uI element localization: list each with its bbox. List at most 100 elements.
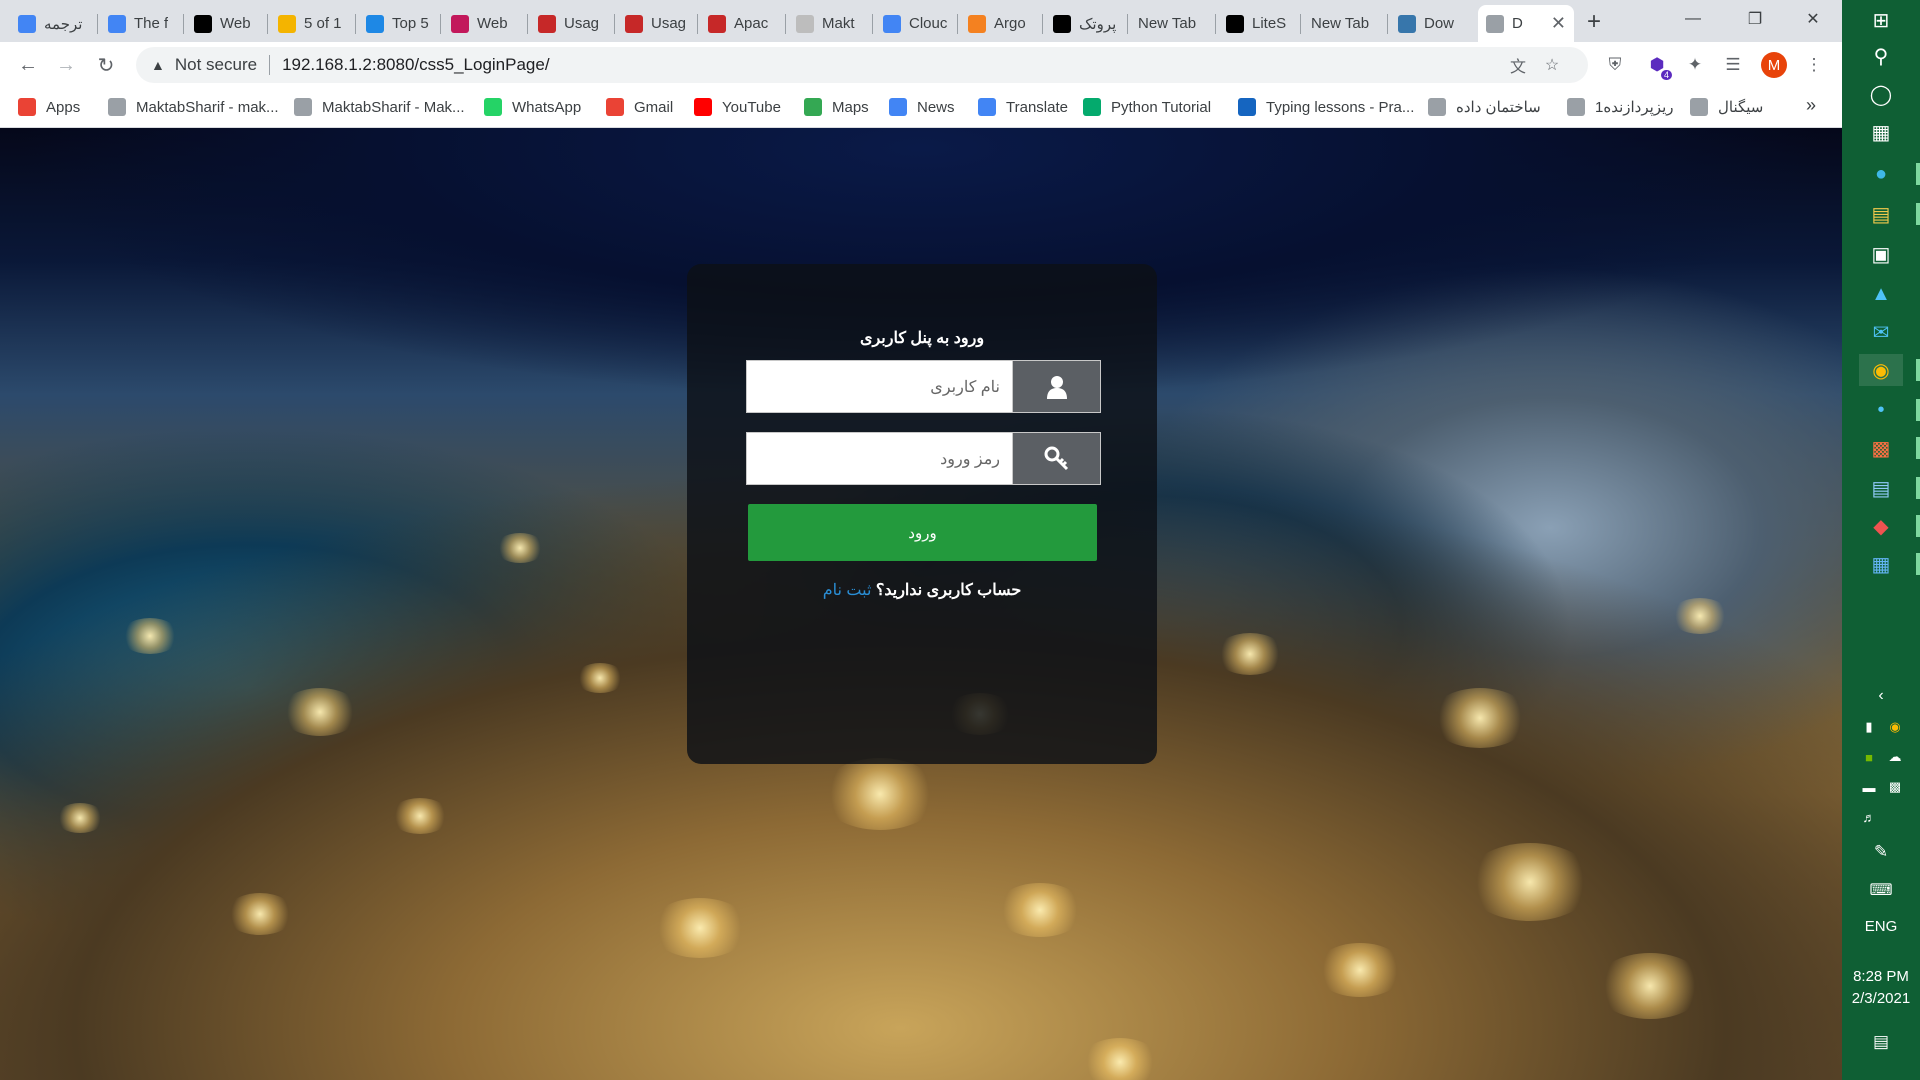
mail-icon[interactable]: ✉	[1859, 316, 1903, 348]
username-input[interactable]: نام کاربری	[746, 360, 1012, 413]
profile-avatar[interactable]: M	[1761, 52, 1787, 78]
app-icon[interactable]: •	[1859, 394, 1903, 426]
puzzle-extensions-icon[interactable]: ✦	[1683, 53, 1707, 77]
language-indicator[interactable]: ENG	[1842, 918, 1920, 935]
menu-kebab-icon[interactable]: ⋮	[1802, 53, 1826, 77]
clock-time[interactable]: 8:28 PM	[1842, 968, 1920, 985]
bookmark-item[interactable]: ساختمان داده	[1428, 98, 1541, 116]
tab-separator	[785, 14, 786, 34]
bookmark-item[interactable]: Gmail	[606, 98, 673, 116]
tab[interactable]: The f	[100, 5, 182, 42]
bank-icon	[1428, 98, 1446, 116]
edge-pin-indicator	[1916, 163, 1920, 185]
keyboard-icon[interactable]: ⌨	[1859, 874, 1903, 906]
tab[interactable]: Makt	[788, 5, 871, 42]
cortana-icon[interactable]: ◯	[1859, 78, 1903, 110]
file-explorer-icon[interactable]: ▤	[1859, 198, 1903, 230]
chrome-tray-icon[interactable]: ◉	[1884, 716, 1906, 738]
minimize-button[interactable]: —	[1670, 4, 1716, 34]
windows-start-icon[interactable]: ⊞	[1859, 4, 1903, 36]
battery-icon[interactable]: ▬	[1858, 776, 1880, 798]
edge-icon[interactable]: ●	[1859, 158, 1903, 190]
search-icon[interactable]: ⚲	[1859, 40, 1903, 72]
bookmark-star-icon[interactable]: ☆	[1542, 55, 1562, 75]
url-text[interactable]: 192.168.1.2:8080/css5_LoginPage/	[282, 55, 550, 75]
tab[interactable]: Dow	[1390, 5, 1474, 42]
bookmark-item[interactable]: YouTube	[694, 98, 781, 116]
bookmark-item[interactable]: MaktabSharif - Mak...	[294, 98, 465, 116]
warning-triangle-icon[interactable]: ▲	[151, 57, 165, 73]
onedrive-icon[interactable]: ☁	[1884, 746, 1906, 768]
clock-date[interactable]: 2/3/2021	[1842, 990, 1920, 1007]
network-app-icon[interactable]: ▤	[1859, 472, 1903, 504]
tab[interactable]: Apac	[700, 5, 784, 42]
w3techs-icon	[625, 14, 643, 33]
bookmark-label: ساختمان داده	[1456, 99, 1541, 116]
app-icon[interactable]: ▦	[1859, 548, 1903, 580]
bookmarks-overflow-button[interactable]: »	[1806, 95, 1816, 116]
forward-button[interactable]: →	[52, 51, 80, 79]
chevron-left-icon[interactable]: ‹	[1859, 680, 1903, 712]
bookmark-item[interactable]: سیگنال	[1690, 98, 1763, 116]
app-icon[interactable]: ▩	[1859, 432, 1903, 464]
volume-icon[interactable]: ♬	[1858, 806, 1880, 828]
new-tab-button[interactable]: +	[1580, 8, 1608, 36]
hexagon-extension-icon[interactable]: ⬢ 4	[1645, 53, 1672, 80]
restore-button[interactable]: ❐	[1732, 4, 1778, 34]
tab-title: New Tab	[1138, 15, 1197, 32]
close-tab-icon[interactable]: ✕	[1551, 13, 1566, 34]
bookmark-item[interactable]: ریزپردازنده1	[1567, 98, 1674, 116]
tab[interactable]: Argo	[960, 5, 1041, 42]
tab[interactable]: Usag	[617, 5, 696, 42]
signup-link[interactable]: ثبت نام	[823, 582, 872, 599]
chrome-icon[interactable]: ◉	[1859, 354, 1903, 386]
shield-extension-icon[interactable]: ⛨	[1603, 53, 1627, 77]
password-field[interactable]: رمز ورود	[746, 432, 1101, 485]
tab[interactable]: New Tab	[1130, 5, 1214, 42]
task-view-icon[interactable]: ▦	[1859, 116, 1903, 148]
media-control-icon[interactable]: ☰	[1721, 53, 1745, 77]
city-light-glow	[495, 533, 545, 563]
w3techs-icon	[538, 14, 556, 33]
bookmark-item[interactable]: Python Tutorial	[1083, 98, 1211, 116]
tab[interactable]: Web	[443, 5, 526, 42]
username-field[interactable]: نام کاربری	[746, 360, 1101, 413]
tab[interactable]: Web	[186, 5, 266, 42]
security-label[interactable]: Not secure	[175, 55, 257, 75]
tab[interactable]: LiteS	[1218, 5, 1299, 42]
tab[interactable]: پروتک	[1045, 5, 1126, 42]
tab[interactable]: Clouc	[875, 5, 956, 42]
bookmark-item[interactable]: News	[889, 98, 955, 116]
bookmark-item[interactable]: Apps	[18, 98, 80, 116]
store-icon[interactable]: ▣	[1859, 238, 1903, 270]
tab[interactable]: Usag	[530, 5, 613, 42]
tab[interactable]: ترجمه	[10, 5, 96, 42]
tab-active[interactable]: D ✕	[1478, 5, 1574, 42]
reload-button[interactable]: ↻	[92, 51, 120, 79]
address-bar[interactable]: ▲ Not secure 192.168.1.2:8080/css5_Login…	[136, 47, 1588, 83]
tab[interactable]: Top 5	[358, 5, 439, 42]
translate-page-icon[interactable]: 文	[1508, 55, 1528, 76]
network-icon[interactable]: ▩	[1884, 776, 1906, 798]
city-light-glow	[225, 893, 295, 935]
tab[interactable]: New Tab	[1303, 5, 1386, 42]
bookmark-item[interactable]: MaktabSharif - mak...	[108, 98, 279, 116]
nvidia-icon[interactable]: ■	[1858, 746, 1880, 768]
bookmark-item[interactable]: Translate	[978, 98, 1068, 116]
bookmark-item[interactable]: WhatsApp	[484, 98, 581, 116]
notifications-icon[interactable]: ▤	[1859, 1026, 1903, 1058]
tab-title: Apac	[734, 15, 769, 32]
bookmark-item[interactable]: Maps	[804, 98, 869, 116]
app-icon[interactable]: ◆	[1859, 510, 1903, 542]
microphone-icon[interactable]: ▮	[1858, 716, 1880, 738]
app-icon[interactable]: ▲	[1859, 278, 1903, 310]
login-submit-button[interactable]: ورود	[748, 504, 1097, 561]
pen-workspace-icon[interactable]: ✎	[1859, 836, 1903, 868]
tab[interactable]: 5 of 1	[270, 5, 354, 42]
close-window-button[interactable]: ✕	[1790, 4, 1836, 34]
bookmark-item[interactable]: Typing lessons - Pra...	[1238, 98, 1414, 116]
back-button[interactable]: ←	[14, 51, 42, 79]
password-input[interactable]: رمز ورود	[746, 432, 1012, 485]
maps-icon	[804, 98, 822, 116]
typing-icon	[1238, 98, 1256, 116]
